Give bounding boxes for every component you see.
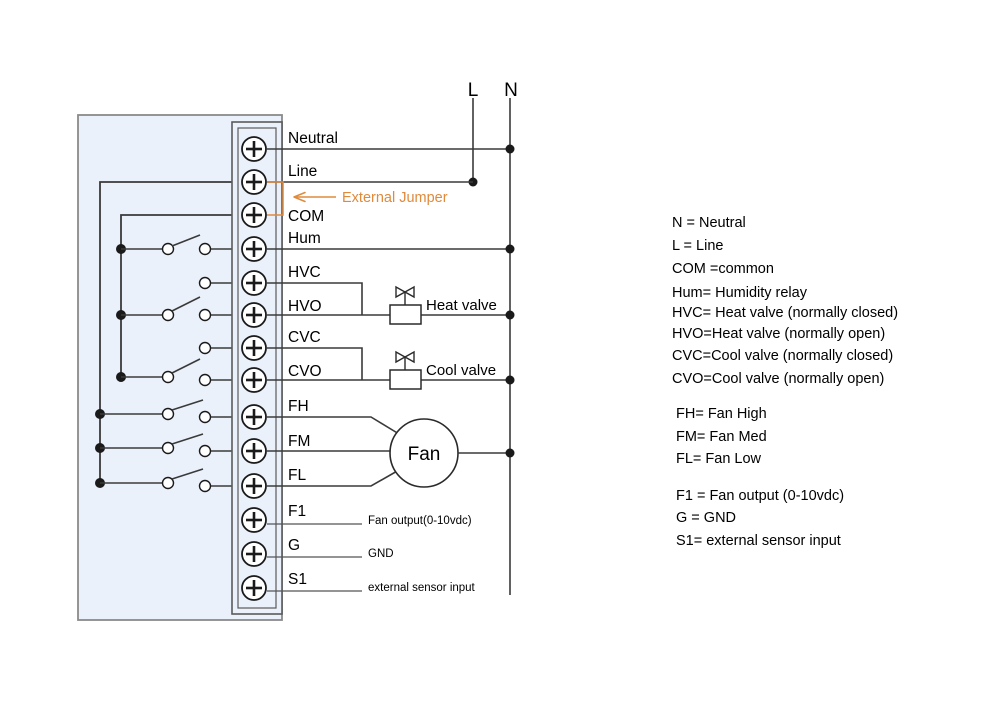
legend-item-l: L = Line bbox=[672, 238, 723, 254]
node-cvo bbox=[505, 375, 515, 385]
terminal-label-neutral: Neutral bbox=[288, 130, 338, 147]
mains-label-neutral: N bbox=[504, 80, 518, 101]
terminal-label-cvo: CVO bbox=[288, 363, 322, 380]
fan-label: Fan bbox=[408, 444, 441, 465]
node-fan bbox=[505, 448, 515, 458]
terminal-label-com: COM bbox=[288, 208, 324, 225]
legend-item-fh: FH= Fan High bbox=[676, 406, 767, 422]
mains-label-line: L bbox=[468, 80, 479, 101]
external-jumper-label: External Jumper bbox=[342, 190, 448, 206]
terminal-screw-hvo[interactable] bbox=[241, 302, 267, 328]
terminal-screw-hvc[interactable] bbox=[241, 270, 267, 296]
terminal-label-g: G bbox=[288, 537, 300, 554]
terminal-label-f1: F1 bbox=[288, 503, 306, 520]
terminal-label-line: Line bbox=[288, 163, 317, 180]
legend-item-hum: Hum= Humidity relay bbox=[672, 285, 808, 301]
node-hum bbox=[505, 244, 515, 254]
terminal-screw-cvo[interactable] bbox=[241, 367, 267, 393]
terminal-label-cvc: CVC bbox=[288, 329, 321, 346]
legend: N = Neutral L = Line COM =common Hum= Hu… bbox=[672, 215, 898, 549]
terminal-screw-f1[interactable] bbox=[241, 507, 267, 533]
terminal-screw-neutral[interactable] bbox=[241, 136, 267, 162]
external-jumper-arrow-icon bbox=[293, 191, 336, 203]
legend-item-n: N = Neutral bbox=[672, 215, 746, 231]
terminal-label-s1: S1 bbox=[288, 571, 307, 588]
terminal-screw-g[interactable] bbox=[241, 541, 267, 567]
terminal-label-hvo: HVO bbox=[288, 298, 322, 315]
s1-note-label: external sensor input bbox=[368, 582, 476, 594]
legend-item-g: G = GND bbox=[676, 510, 736, 526]
terminal-label-fl: FL bbox=[288, 467, 306, 484]
legend-item-fl: FL= Fan Low bbox=[676, 451, 762, 467]
terminal-label-fm: FM bbox=[288, 433, 310, 450]
legend-item-fm: FM= Fan Med bbox=[676, 429, 767, 445]
wire-fl-to-fan bbox=[267, 469, 400, 487]
f1-note-label: Fan output(0-10vdc) bbox=[368, 515, 472, 527]
legend-item-hvo: HVO=Heat valve (normally open) bbox=[672, 326, 885, 342]
terminal-label-hvc: HVC bbox=[288, 264, 321, 281]
terminal-screw-fm[interactable] bbox=[241, 438, 267, 464]
terminal-screw-s1[interactable] bbox=[241, 575, 267, 601]
terminal-label-hum: Hum bbox=[288, 230, 321, 247]
node-neutral bbox=[505, 144, 515, 154]
terminal-screw-hum[interactable] bbox=[241, 236, 267, 262]
wiring-diagram: Heat valve Cool valve Fan Fan output(0-1… bbox=[0, 0, 1000, 705]
terminal-screw-line[interactable] bbox=[241, 169, 267, 195]
legend-item-cvc: CVC=Cool valve (normally closed) bbox=[672, 348, 893, 364]
legend-item-hvc: HVC= Heat valve (normally closed) bbox=[672, 305, 898, 321]
cool-valve-symbol bbox=[389, 350, 422, 390]
terminal-screw-fh[interactable] bbox=[241, 404, 267, 430]
terminal-label-fh: FH bbox=[288, 398, 309, 415]
heat-valve-label: Heat valve bbox=[426, 297, 497, 314]
legend-item-s1: S1= external sensor input bbox=[676, 533, 841, 549]
legend-item-f1: F1 = Fan output (0-10vdc) bbox=[676, 488, 844, 504]
terminal-screw-cvc[interactable] bbox=[241, 335, 267, 361]
legend-item-com: COM =common bbox=[672, 261, 774, 277]
wire-fh-to-fan bbox=[267, 416, 400, 435]
terminal-screw-fl[interactable] bbox=[241, 473, 267, 499]
g-note-label: GND bbox=[368, 548, 394, 560]
cool-valve-label: Cool valve bbox=[426, 362, 496, 379]
legend-item-cvo: CVO=Cool valve (normally open) bbox=[672, 371, 884, 387]
terminal-screw-com[interactable] bbox=[241, 202, 267, 228]
node-hvo bbox=[505, 310, 515, 320]
heat-valve-symbol bbox=[389, 285, 422, 325]
